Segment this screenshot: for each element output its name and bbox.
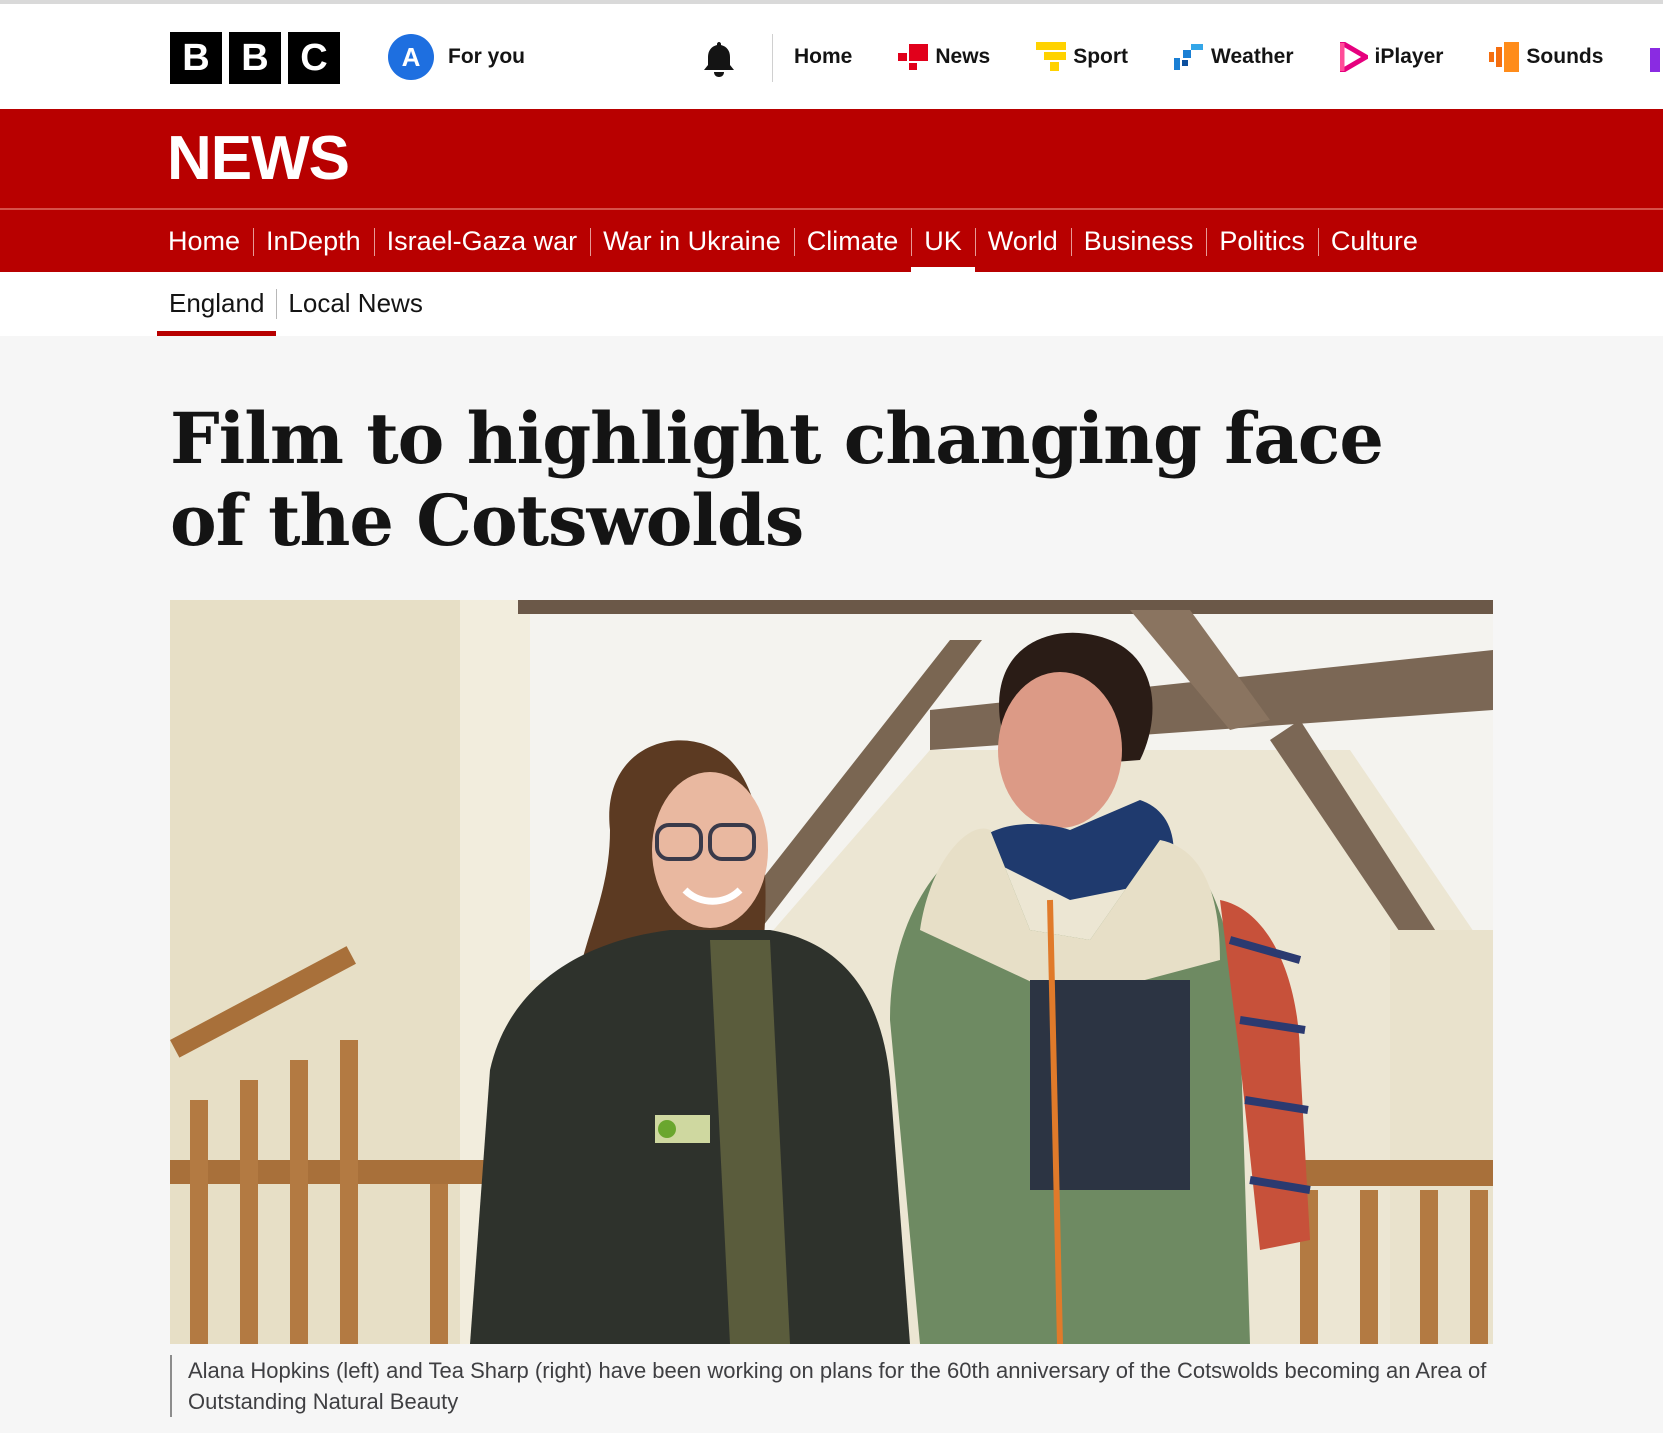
- section-nav-war-in-ukraine[interactable]: War in Ukraine: [590, 210, 794, 272]
- global-nav-overflow-item[interactable]: [1650, 48, 1660, 72]
- for-you-account-link[interactable]: A For you: [388, 34, 525, 80]
- news-icon: [898, 44, 929, 70]
- weather-icon: [1174, 44, 1204, 70]
- section-nav-business[interactable]: Business: [1070, 210, 1207, 272]
- section-nav-indepth[interactable]: InDepth: [253, 210, 374, 272]
- bbc-logo[interactable]: B B C: [170, 32, 340, 84]
- notification-bell-icon[interactable]: [702, 40, 736, 78]
- for-you-label: For you: [448, 45, 525, 68]
- article-hero-photo: [170, 600, 1493, 1344]
- section-nav-uk[interactable]: UK: [911, 210, 975, 272]
- global-nav-sounds[interactable]: Sounds: [1489, 42, 1603, 72]
- sport-icon: [1036, 42, 1067, 71]
- iplayer-icon: [1339, 42, 1368, 72]
- sub-nav: England Local News: [0, 272, 1663, 336]
- section-nav-israel-gaza-war[interactable]: Israel-Gaza war: [373, 210, 591, 272]
- bbc-logo-block: B: [170, 32, 222, 84]
- bbc-logo-block: B: [229, 32, 281, 84]
- section-nav: Home InDepth Israel-Gaza war War in Ukra…: [0, 210, 1663, 272]
- global-nav-label: Weather: [1211, 45, 1294, 68]
- news-masthead: NEWS: [0, 109, 1663, 208]
- global-nav-weather[interactable]: Weather: [1174, 42, 1294, 72]
- global-nav-label: iPlayer: [1374, 45, 1444, 68]
- global-nav-news[interactable]: News: [898, 44, 990, 70]
- account-avatar: A: [388, 34, 434, 80]
- section-nav-world[interactable]: World: [974, 210, 1071, 272]
- global-nav-label: News: [935, 45, 991, 68]
- global-nav: Home News Sport Weather iPlayer Sounds: [794, 42, 1603, 72]
- section-nav-politics[interactable]: Politics: [1206, 210, 1318, 272]
- global-nav-label: Home: [794, 45, 853, 68]
- sub-nav-local-news[interactable]: Local News: [276, 272, 434, 336]
- global-nav-label: Sounds: [1526, 45, 1604, 68]
- article-headline: Film to highlight changing face of the C…: [170, 397, 1384, 562]
- hero-photo-caption: Alana Hopkins (left) and Tea Sharp (righ…: [170, 1355, 1493, 1417]
- global-nav-sport[interactable]: Sport: [1036, 42, 1128, 72]
- news-wordmark[interactable]: NEWS: [167, 123, 350, 194]
- hero-photo-illustration: [170, 600, 1493, 1344]
- section-nav-home[interactable]: Home: [155, 210, 253, 272]
- global-nav-iplayer[interactable]: iPlayer: [1339, 42, 1444, 72]
- section-nav-climate[interactable]: Climate: [793, 210, 912, 272]
- bbc-logo-block: C: [288, 32, 340, 84]
- sub-nav-england[interactable]: England: [157, 272, 277, 336]
- global-nav-label: Sport: [1073, 45, 1129, 68]
- global-nav-home[interactable]: Home: [794, 45, 852, 69]
- sounds-icon: [1489, 42, 1520, 72]
- section-nav-culture[interactable]: Culture: [1317, 210, 1431, 272]
- bbc-global-header: B B C A For you Home News Sport Weather …: [0, 4, 1663, 109]
- header-divider: [772, 34, 773, 82]
